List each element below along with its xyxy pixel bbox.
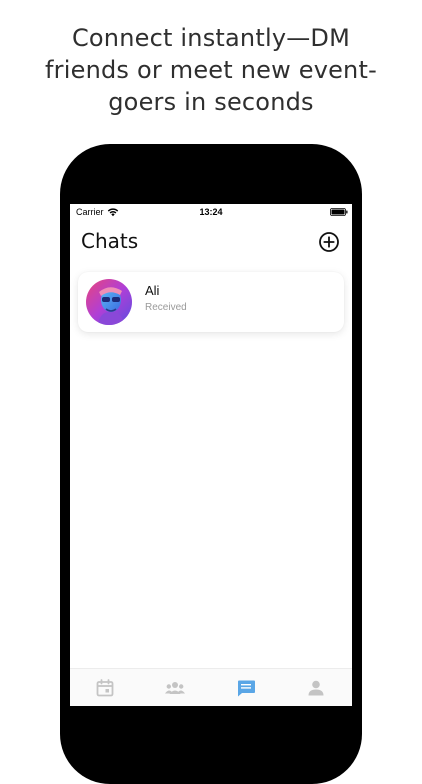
headline-line-1: Connect instantly—DM — [71, 24, 351, 52]
marketing-headline: Connect instantly—DM friends or meet new… — [20, 22, 402, 118]
calendar-icon — [96, 679, 114, 697]
clock-time: 13:24 — [199, 207, 223, 217]
new-chat-button[interactable] — [318, 231, 340, 253]
page-title: Chats — [81, 229, 139, 253]
chat-list-item[interactable]: Ali Received — [78, 272, 344, 332]
person-icon — [308, 680, 324, 696]
group-icon — [165, 682, 185, 694]
tab-groups[interactable] — [164, 677, 186, 699]
battery-icon — [330, 208, 348, 216]
contact-name: Ali — [145, 283, 160, 298]
bottom-tab-bar — [70, 668, 352, 706]
phone-screen: Carrier 13:24 Chats Ali Received — [70, 204, 352, 706]
tab-profile[interactable] — [305, 677, 327, 699]
status-bar: Carrier 13:24 — [70, 204, 352, 220]
plus-circle-icon — [319, 232, 339, 252]
headline-line-3: goers in seconds — [108, 88, 314, 116]
message-status: Received — [145, 302, 187, 313]
headline-line-2: friends or meet new event- — [45, 56, 377, 84]
chat-bubble-icon — [238, 680, 255, 697]
tab-calendar[interactable] — [94, 677, 116, 699]
tab-chats[interactable] — [235, 677, 257, 699]
avatar — [86, 279, 132, 325]
